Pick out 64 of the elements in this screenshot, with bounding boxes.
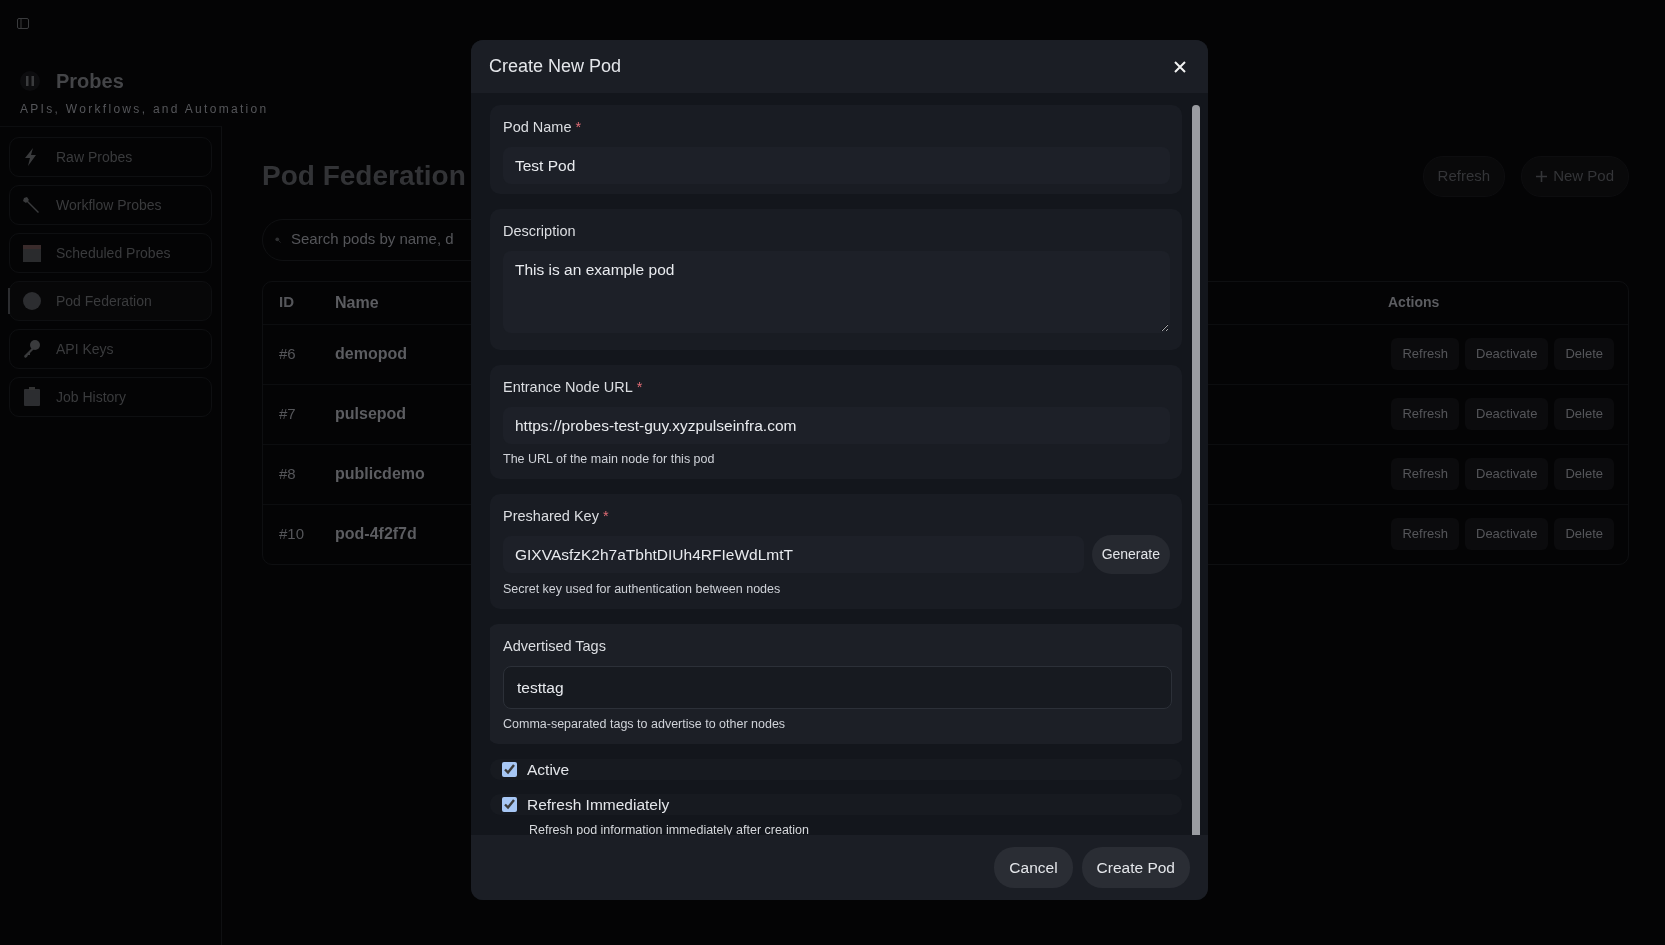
deactivate-button[interactable]: Deactivate [1465,458,1549,490]
refresh-button[interactable]: Refresh [1391,458,1459,490]
key-icon [22,339,42,359]
field-label: Preshared Key [503,507,599,524]
clipboard-icon [22,387,42,407]
plus-icon [1536,170,1548,182]
text-field[interactable]: Test Pod [503,146,1170,184]
field-label: Entrance Node URL [503,378,633,395]
sidebar-item[interactable]: Workflow Probes [9,185,212,225]
help-text: The URL of the main node for this pod [503,450,716,468]
pod-name: publicdemo [335,465,425,482]
sidebar-item[interactable]: Raw Probes [9,137,212,177]
pod-name: pulsepod [335,405,407,422]
description-field[interactable]: This is an example pod [503,250,1170,333]
checkbox-label: Active [527,759,570,780]
scrollbar[interactable] [1192,105,1200,835]
help-text: Comma-separated tags to advertise to other nodes [503,716,787,733]
delete-button[interactable]: Delete [1554,398,1614,430]
close-icon [1174,60,1186,73]
pod-id: #6 [278,343,297,364]
pod-name: pod-4f2f7d [335,525,417,542]
required-asterisk: * [636,378,643,395]
field-label: Advertised Tags [503,638,606,654]
sidebar-item[interactable]: Scheduled Probes [9,233,212,273]
delete-button[interactable]: Delete [1554,458,1614,490]
refresh-button[interactable]: Refresh [1391,518,1459,550]
column-header: Actions [1388,293,1440,312]
deactivate-button[interactable]: Deactivate [1465,398,1549,430]
key-field[interactable]: GIXVAsfzK2h7aTbhtDIUh4RFIeWdLmtT [503,536,1084,574]
field-label: Pod Name [503,119,572,135]
delete-button[interactable]: Delete [1554,338,1614,370]
logo-icon [20,71,40,91]
deactivate-button[interactable]: Deactivate [1465,518,1549,550]
app-title: Probes [56,69,124,94]
generate-button[interactable]: Generate [1091,535,1170,575]
column-header: Name [335,292,380,313]
sidebar-item[interactable]: Job History [9,377,212,417]
pod-name: demopod [335,345,407,362]
search-field[interactable]: Search pods by name, d [289,227,479,252]
cancel-button[interactable]: Cancel [994,846,1073,889]
pod-id: #10 [278,523,306,544]
checkbox-label: Refresh Immediately [527,794,670,815]
create-pod-button[interactable]: Create Pod [1081,846,1190,889]
pod-id: #7 [278,403,297,424]
delete-button[interactable]: Delete [1554,518,1614,550]
wrench-icon [22,195,42,215]
dialog-title: Create New Pod [489,55,622,78]
deactivate-button[interactable]: Deactivate [1465,338,1549,370]
sidebar-item[interactable]: API Keys [9,329,212,369]
checkbox[interactable] [502,761,517,777]
refresh-button[interactable]: Refresh [1391,338,1459,370]
sidebar-toggle-icon[interactable] [17,18,29,30]
required-asterisk: * [602,507,609,524]
pod-id: #8 [278,463,297,484]
field-label: Description [503,223,576,239]
checkbox[interactable] [502,796,517,812]
text-field[interactable]: https://probes-test-guy.xyzpulseinfra.com [503,406,1170,444]
required-asterisk: * [575,119,582,135]
app-subtitle: APIs, Workflows, and Automation [20,101,270,118]
calendar-icon [22,243,42,263]
text-field[interactable]: testtag [503,665,1172,709]
help-text: Secret key used for authentication between nodes [503,581,782,599]
column-header: ID [278,292,295,313]
refresh-button[interactable]: Refresh [1391,398,1459,430]
